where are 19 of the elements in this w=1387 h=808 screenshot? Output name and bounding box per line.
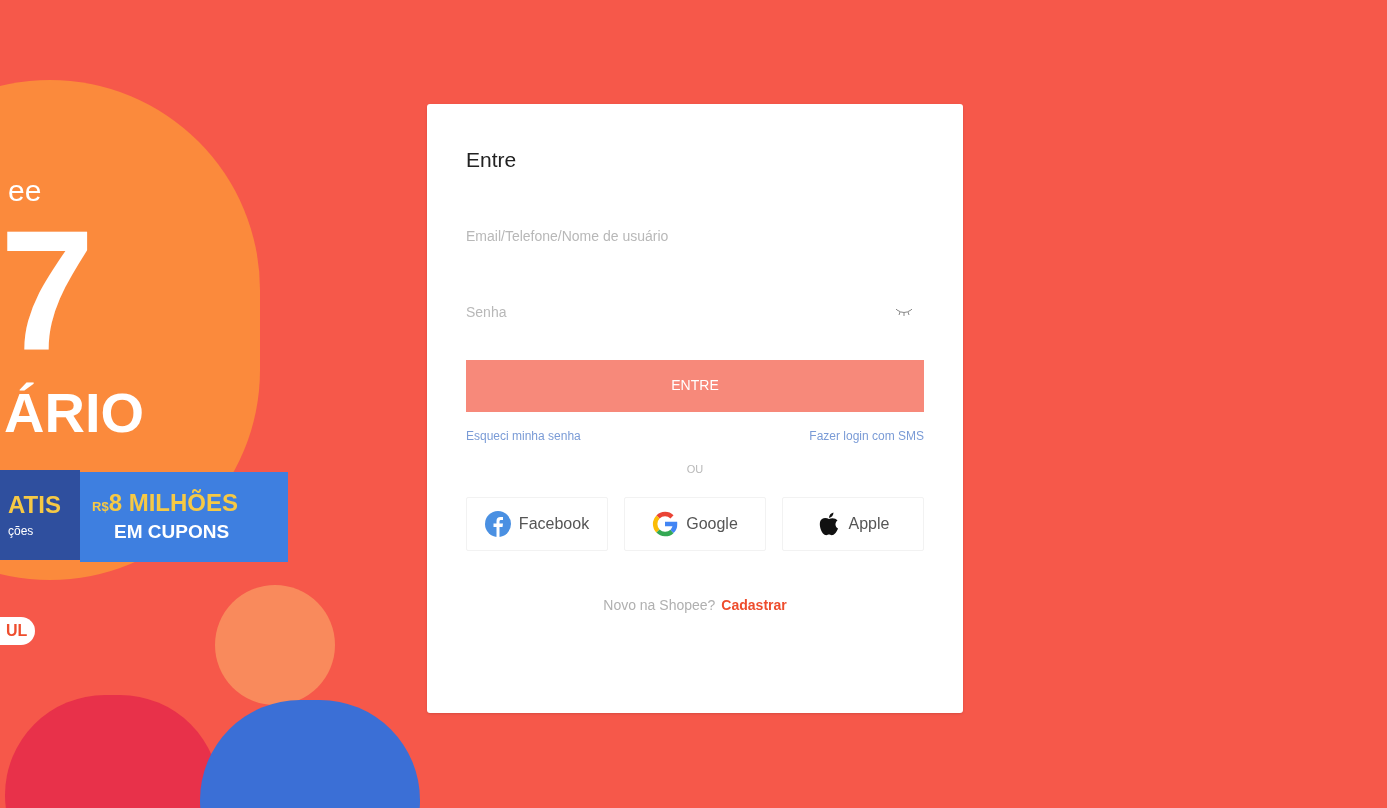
ribbon-title: ATIS [8,490,61,520]
login-title: Entre [466,147,517,173]
signup-prompt: Novo na Shopee? [603,596,716,615]
password-field[interactable]: Senha [466,289,896,334]
ribbon-subtitle: ções [8,523,34,540]
social-login-button[interactable]: Apple [782,497,924,551]
username-field[interactable]: Email/Telefone/Nome de usuário [466,213,924,258]
closed-eye-icon[interactable] [896,307,912,316]
signup-link[interactable]: Cadastrar [721,595,787,616]
date-pill: UL [0,617,36,645]
ribbon-title: R$8 MILHÕES [92,488,238,518]
facebook-icon [484,511,511,537]
google-icon [652,511,679,537]
text-link[interactable]: Esqueci minha senha [466,426,581,445]
ribbon-subtitle: EM CUPONS [114,520,230,544]
social-login-button[interactable]: Facebook [466,497,608,551]
social-login-button[interactable]: Google [624,497,766,551]
divider-text: OU [686,461,704,477]
text-link[interactable]: Fazer login com SMS [809,426,924,445]
